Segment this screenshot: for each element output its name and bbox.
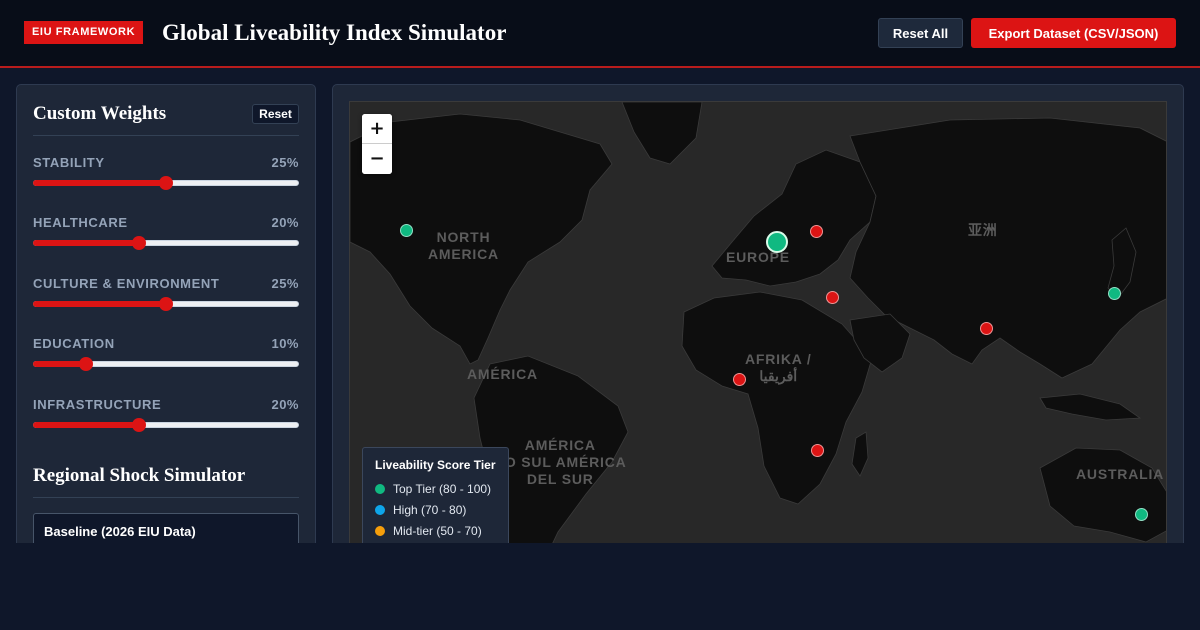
- label-south-america: AMÉRICA DO SUL AMÉRICA DEL SUR: [494, 437, 627, 487]
- scenario-option-baseline[interactable]: Baseline (2026 EIU Data): [33, 513, 299, 543]
- top-bar: EIU FRAMEWORK Global Liveability Index S…: [0, 0, 1200, 68]
- weight-value: 25%: [271, 276, 299, 291]
- healthcare-slider[interactable]: [33, 236, 299, 250]
- africa-landmass: [681, 291, 873, 505]
- weight-row-healthcare: HEALTHCARE 20%: [33, 215, 299, 265]
- zoom-control: + −: [362, 114, 392, 174]
- reset-weights-button[interactable]: Reset: [252, 104, 299, 124]
- city-marker-selected[interactable]: [766, 231, 788, 253]
- slider-thumb[interactable]: [132, 236, 147, 250]
- weight-value: 20%: [271, 215, 299, 230]
- map-panel: NORTH AMERICA EUROPE 亚洲 AMÉRICA AFRIKA / أ…: [332, 84, 1184, 543]
- legend-swatch: [375, 484, 385, 494]
- city-marker[interactable]: [1108, 287, 1121, 300]
- weight-value: 10%: [271, 336, 299, 351]
- weight-row-education: EDUCATION 10%: [33, 336, 299, 386]
- weight-row-stability: STABILITY 25%: [33, 155, 299, 205]
- australia-landmass: [1039, 447, 1166, 543]
- legend-label: High (70 - 80): [393, 503, 467, 517]
- weight-row-infrastructure: INFRASTRUCTURE 20%: [33, 397, 299, 447]
- divider: [33, 497, 299, 498]
- label-asia: 亚洲: [968, 222, 998, 238]
- weight-label: HEALTHCARE: [33, 215, 128, 230]
- legend-swatch: [375, 505, 385, 515]
- shock-simulator-title: Regional Shock Simulator: [33, 465, 246, 486]
- legend-item: High (70 - 80): [375, 500, 496, 521]
- weight-value: 25%: [271, 155, 299, 170]
- madagascar-landmass: [851, 431, 869, 477]
- legend-item: Mid-tier (50 - 70): [375, 521, 496, 542]
- slider-fill: [33, 301, 166, 307]
- slider-thumb[interactable]: [159, 176, 173, 190]
- app-title: Global Liveability Index Simulator: [162, 20, 507, 45]
- city-marker[interactable]: [980, 322, 993, 335]
- infrastructure-slider[interactable]: [33, 418, 299, 432]
- custom-weights-title: Custom Weights: [33, 103, 167, 124]
- legend-item: Top Tier (80 - 100): [375, 479, 496, 500]
- slider-thumb[interactable]: [79, 357, 94, 371]
- city-marker[interactable]: [400, 224, 413, 237]
- stability-slider[interactable]: [33, 176, 299, 190]
- divider: [33, 135, 299, 136]
- city-marker[interactable]: [1135, 508, 1148, 521]
- weight-label: STABILITY: [33, 155, 105, 170]
- label-america: AMÉRICA: [467, 366, 538, 382]
- city-marker[interactable]: [811, 444, 824, 457]
- export-dataset-button[interactable]: Export Dataset (CSV/JSON): [971, 18, 1176, 48]
- weight-label: INFRASTRUCTURE: [33, 397, 162, 412]
- greenland-landmass: [621, 102, 703, 165]
- slider-fill: [33, 422, 140, 428]
- legend-label: Mid-tier (50 - 70): [393, 524, 482, 538]
- legend-swatch: [375, 526, 385, 536]
- slider-fill: [33, 180, 166, 186]
- label-africa: AFRIKA / أفريقيا: [745, 351, 812, 384]
- weight-value: 20%: [271, 397, 299, 412]
- scenario-label: Baseline (2026 EIU Data): [44, 524, 196, 539]
- framework-badge: EIU FRAMEWORK: [24, 21, 144, 44]
- indonesia-islands: [1039, 393, 1142, 421]
- label-australia: AUSTRALIA: [1076, 466, 1165, 482]
- city-marker[interactable]: [733, 373, 746, 386]
- main-viewport: Custom Weights Reset STABILITY 25% HEALT…: [0, 68, 1200, 543]
- reset-all-button[interactable]: Reset All: [878, 18, 963, 48]
- legend-title: Liveability Score Tier: [375, 458, 496, 472]
- city-marker[interactable]: [810, 225, 823, 238]
- map-legend: Liveability Score Tier Top Tier (80 - 10…: [362, 447, 509, 543]
- legend-label: Top Tier (80 - 100): [393, 482, 492, 496]
- sidebar-panel: Custom Weights Reset STABILITY 25% HEALT…: [16, 84, 316, 543]
- culture-environment-slider[interactable]: [33, 297, 299, 311]
- world-map[interactable]: NORTH AMERICA EUROPE 亚洲 AMÉRICA AFRIKA / أ…: [349, 101, 1167, 543]
- slider-thumb[interactable]: [132, 418, 147, 432]
- weight-label: CULTURE & ENVIRONMENT: [33, 276, 220, 291]
- education-slider[interactable]: [33, 357, 299, 371]
- weight-row-culture: CULTURE & ENVIRONMENT 25%: [33, 276, 299, 326]
- zoom-in-button[interactable]: +: [362, 114, 392, 144]
- label-north-america: NORTH AMERICA: [428, 229, 499, 262]
- zoom-out-button[interactable]: −: [362, 144, 392, 174]
- slider-thumb[interactable]: [159, 297, 173, 311]
- city-marker[interactable]: [826, 291, 839, 304]
- slider-fill: [33, 240, 140, 246]
- weight-label: EDUCATION: [33, 336, 115, 351]
